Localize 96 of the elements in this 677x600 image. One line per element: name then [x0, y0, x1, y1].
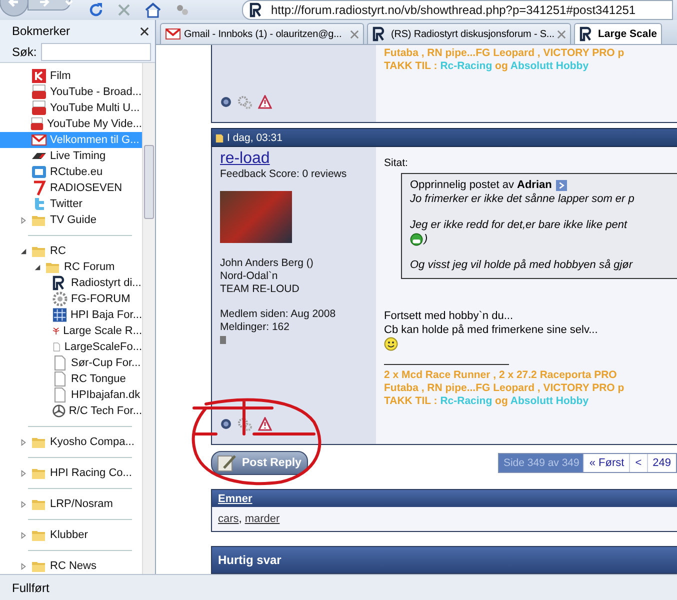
- bookmark-item[interactable]: Radiostyrt di...: [0, 275, 142, 291]
- sidebar-title: Bokmerker: [12, 24, 70, 38]
- bookmark-item[interactable]: Klubber: [0, 527, 142, 543]
- smiley-icon: [384, 337, 398, 352]
- bookmark-item[interactable]: Twitter: [0, 196, 142, 212]
- user-detail: John Anders Berg (): [220, 257, 314, 270]
- page-link[interactable]: « Først: [583, 454, 630, 472]
- search-field[interactable]: [40, 43, 151, 61]
- username-link[interactable]: re-load: [220, 150, 368, 168]
- bookmark-item[interactable]: YouTube Multi U...: [0, 100, 142, 116]
- bookmark-item[interactable]: RADIOSEVEN: [0, 180, 142, 196]
- expander-icon[interactable]: [20, 248, 27, 254]
- bookmark-item[interactable]: RC: [0, 243, 142, 259]
- status-text: Fullført: [12, 580, 50, 594]
- bookmark-item[interactable]: Film: [0, 68, 142, 84]
- reload-icon[interactable]: [88, 2, 104, 18]
- wheel-icon: [52, 403, 66, 419]
- page-icon: [52, 371, 68, 387]
- bookmark-item[interactable]: LargeScaleFo...: [0, 339, 142, 355]
- view-post-icon[interactable]: [556, 180, 567, 191]
- post-icon: [215, 132, 224, 143]
- search-label: Søk:: [12, 45, 37, 59]
- feedback-score: Feedback Score: 0 reviews: [220, 168, 348, 182]
- bookmark-item[interactable]: LRP/Nosram: [0, 496, 142, 512]
- browser-tab[interactable]: Gmail - Innboks (1) - olauritzen@g...: [160, 23, 364, 44]
- post-date: I dag, 03:31: [227, 132, 282, 144]
- photo-placeholder: [220, 191, 292, 244]
- bookmark-item[interactable]: Sør-Cup For...: [0, 355, 142, 371]
- quote-text: Jeg er ikke redd for det,er bare ikke like pent: [410, 218, 628, 232]
- page-icon: [52, 387, 68, 403]
- user-stat: Meldinger: 162: [220, 321, 290, 334]
- bookmark-item[interactable]: Large Scale R...: [0, 323, 142, 339]
- bookmark-item[interactable]: TV Guide: [0, 212, 142, 228]
- quote-text: Og visst jeg vil holde på med hobbyen så gjør: [410, 258, 633, 272]
- address-bar[interactable]: http://forum.radiostyrt.no/vb/showthread.php?p=341251#post341251: [242, 0, 673, 20]
- signature-line: Futaba , RN pipe...FG Leopard , VICTORY PRO p: [384, 382, 626, 396]
- page-link[interactable]: <: [629, 454, 647, 472]
- bookmark-item[interactable]: YouTube My Vide...: [0, 116, 142, 132]
- stop-icon[interactable]: [116, 2, 132, 18]
- bookmark-item[interactable]: RCtube.eu: [0, 164, 142, 180]
- status-dot-icon: [220, 418, 232, 430]
- close-icon[interactable]: [140, 26, 149, 36]
- signature-line: TAKK TIL : Rc-Racing og Absolutt Hobby: [384, 395, 590, 408]
- tag-link[interactable]: cars: [218, 513, 239, 525]
- gears-icon[interactable]: [237, 416, 253, 432]
- user-detail: TEAM RE-LOUD: [220, 283, 300, 296]
- message-text: Fortsett med hobby`n du...: [384, 309, 514, 324]
- quote-text: ): [424, 232, 428, 246]
- tag-separator: ,: [238, 513, 242, 525]
- warning-icon[interactable]: [258, 417, 272, 432]
- expander-icon[interactable]: [34, 264, 41, 270]
- video-logo-icon: [30, 116, 44, 132]
- signature-line: 2 x Mcd Race Runner , 2 x 27.2 Raceporta PRO: [384, 369, 618, 382]
- page-info: Side 349 av 349: [499, 454, 584, 472]
- pencil-paper-icon: [216, 454, 238, 472]
- grid-icon: [52, 307, 68, 323]
- bookmark-item[interactable]: YouTube - Broad...: [0, 84, 142, 100]
- envelope-icon: [165, 26, 181, 42]
- video-logo-icon: [31, 84, 47, 100]
- bookmark-item[interactable]: RC Forum: [0, 259, 142, 275]
- status-dot-icon: [220, 96, 232, 108]
- browser-tab[interactable]: Large Scale: [574, 23, 662, 44]
- bookmark-item[interactable]: FG-FORUM: [0, 291, 142, 307]
- message-text: Cb kan holde på med frimerkene sine selv...: [384, 323, 599, 338]
- scroll-thumb[interactable]: [144, 145, 154, 219]
- bookmark-item[interactable]: HPI Baja For...: [0, 307, 142, 323]
- home-icon[interactable]: [144, 2, 162, 18]
- bookmark-item[interactable]: Kyosho Compa...: [0, 434, 142, 450]
- bookmark-item[interactable]: HPI Racing Co...: [0, 465, 142, 481]
- logo-icon: [31, 164, 47, 180]
- video-logo-icon: [31, 100, 47, 116]
- bookmark-item[interactable]: RC Tongue: [0, 371, 142, 387]
- grin-smiley-icon: [410, 232, 423, 246]
- bookmark-item[interactable]: RC News: [0, 558, 142, 574]
- page-link[interactable]: 249: [646, 454, 676, 472]
- quick-reply-title: Hurtig svar: [218, 553, 282, 567]
- bookmark-item[interactable]: Live Timing: [0, 148, 142, 164]
- signature-line: TAKK TIL : Rc-Racing og Absolutt Hobby: [384, 60, 590, 73]
- gear-icon: [52, 291, 68, 307]
- bookmark-item[interactable]: HPIbajafan.dk: [0, 387, 142, 403]
- logo-icon: [31, 68, 47, 84]
- quote-text: Jo frimerker er ikke det sånne lapper som er p: [410, 192, 634, 206]
- quote-author: Opprinnelig postet av Adrian: [410, 178, 552, 192]
- envelope-icon: [31, 132, 47, 148]
- signature-line: Futaba , RN pipe...FG Leopard , VICTORY PRO p: [384, 47, 626, 60]
- gears-icon[interactable]: [237, 94, 253, 110]
- browser-tab[interactable]: (RS) Radiostyrt diskusjonsforum - S...: [367, 23, 571, 44]
- tag-link[interactable]: marder: [244, 513, 280, 525]
- scrollbar[interactable]: [142, 63, 155, 574]
- warning-icon[interactable]: [258, 94, 272, 109]
- user-detail: Nord-Odal`n: [220, 270, 279, 284]
- tags-title[interactable]: Emner: [218, 492, 252, 504]
- logo-icon: [31, 180, 47, 196]
- user-stat: Medlem siden: Aug 2008: [220, 308, 337, 322]
- quote-label: Sitat:: [384, 157, 409, 170]
- bookmark-item[interactable]: R/C Tech For...: [0, 403, 142, 419]
